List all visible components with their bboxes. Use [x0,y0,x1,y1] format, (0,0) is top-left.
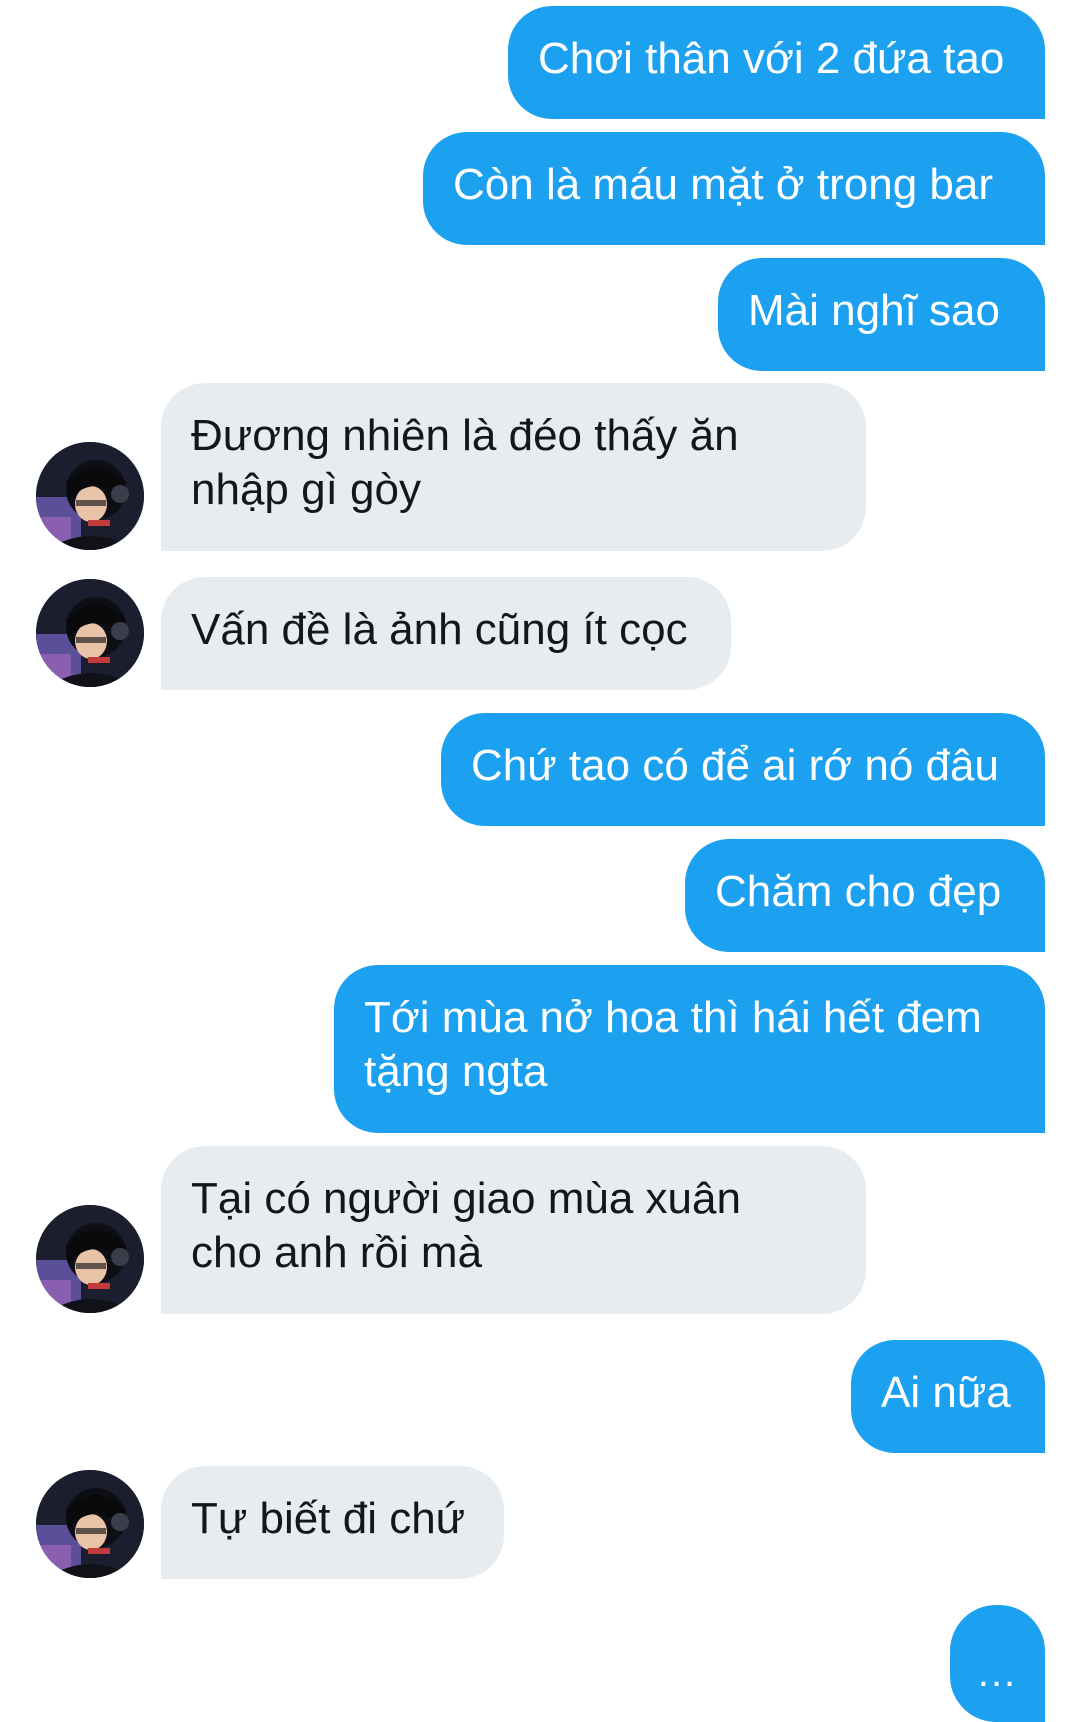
incoming-message[interactable]: Đương nhiên là đéo thấy ăn nhập gì gòy [161,383,866,551]
typing-indicator: ... [950,1605,1045,1722]
outgoing-message[interactable]: Ai nữa [851,1340,1045,1453]
chat-thread: Chơi thân với 2 đứa tao Còn là máu mặt ở… [0,0,1080,1722]
user-avatar-photo-icon [36,442,144,550]
outgoing-message[interactable]: Chơi thân với 2 đứa tao [508,6,1045,119]
incoming-message[interactable]: Tại có người giao mùa xuân cho anh rồi m… [161,1146,866,1314]
incoming-message[interactable]: Vấn đề là ảnh cũng ít cọc [161,577,731,690]
incoming-message[interactable]: Tự biết đi chứ [161,1466,504,1579]
user-avatar-photo-icon [36,579,144,687]
outgoing-message[interactable]: Chăm cho đẹp [685,839,1045,952]
outgoing-message[interactable]: Mài nghĩ sao [718,258,1045,371]
user-avatar-photo-icon [36,1470,144,1578]
outgoing-message[interactable]: Còn là máu mặt ở trong bar [423,132,1045,245]
outgoing-message[interactable]: Chứ tao có để ai rớ nó đâu [441,713,1045,826]
contact-avatar[interactable] [36,1205,144,1313]
contact-avatar[interactable] [36,1470,144,1578]
user-avatar-photo-icon [36,1205,144,1313]
outgoing-message[interactable]: Tới mùa nở hoa thì hái hết đem tặng ngta [334,965,1045,1133]
contact-avatar[interactable] [36,442,144,550]
contact-avatar[interactable] [36,579,144,687]
